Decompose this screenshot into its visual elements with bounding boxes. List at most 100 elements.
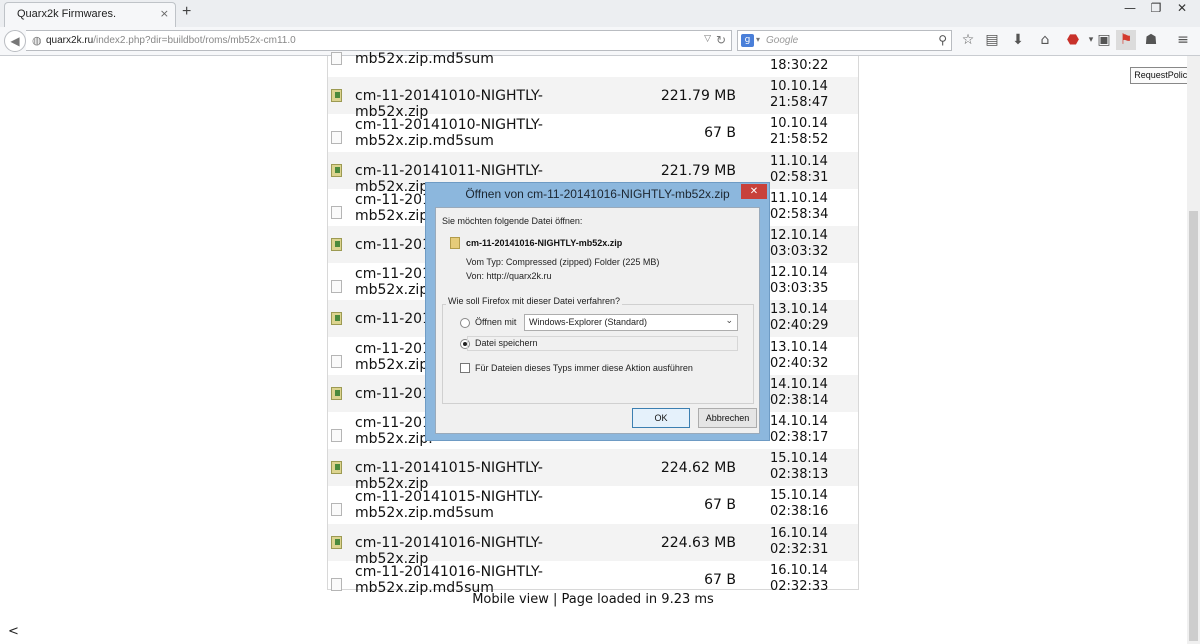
- file-date-day: 13.10.14: [770, 302, 828, 317]
- search-icon[interactable]: ⚲: [938, 33, 947, 47]
- table-row: cm-11-20141010-NIGHTLY-mb52x.zip.md5sum 6…: [328, 114, 858, 151]
- file-date: 13.10.14 02:40:29: [770, 302, 850, 334]
- always-action-checkbox[interactable]: [460, 363, 470, 373]
- open-with-select[interactable]: Windows-Explorer (Standard) ⌄: [524, 314, 738, 331]
- action-question: Wie soll Firefox mit dieser Datei verfah…: [446, 296, 623, 306]
- file-date-time: 02:38:14: [770, 393, 829, 408]
- cancel-button[interactable]: Abbrechen: [698, 408, 757, 428]
- zip-file-icon: [331, 461, 342, 474]
- file-date-day: 14.10.14: [770, 377, 828, 392]
- zip-file-icon: [331, 89, 342, 102]
- table-row: mb52x.zip.md5sum 18:30:22: [328, 40, 858, 77]
- file-name-line: cm-11-20141015-NIGHTLY-: [355, 489, 543, 505]
- file-date: 13.10.14 02:40:32: [770, 340, 850, 372]
- file-date-day: 16.10.14: [770, 526, 828, 541]
- scrollbar-thumb[interactable]: [1189, 211, 1198, 641]
- file-date-time: 21:58:52: [770, 132, 829, 147]
- open-with-radio[interactable]: [460, 318, 470, 328]
- file-name-link[interactable]: cm-11-20141010-NIGHTLY-mb52x.zip.md5sum: [355, 117, 595, 149]
- file-name-line: cm-11-20141016-NIGHTLY-: [355, 564, 543, 580]
- url-text[interactable]: quarx2k.ru/index2.php?dir=buildbot/roms/…: [46, 35, 296, 46]
- new-tab-button[interactable]: +: [182, 3, 191, 21]
- always-action-label[interactable]: Für Dateien dieses Typs immer diese Akti…: [475, 363, 693, 373]
- requestpolicy-flag-icon[interactable]: ⚑: [1116, 30, 1136, 50]
- file-date: 15.10.14 02:38:16: [770, 488, 850, 520]
- bookmark-star-icon[interactable]: ☆: [958, 30, 978, 50]
- file-date-time: 02:38:17: [770, 430, 829, 445]
- file-size: 67 B: [704, 497, 736, 513]
- table-row: cm-11-20141015-NIGHTLY-mb52x.zip.md5sum 6…: [328, 486, 858, 523]
- chevron-down-icon: ⌄: [725, 316, 733, 326]
- file-date-day: 14.10.14: [770, 414, 828, 429]
- back-arrow-icon: ◀: [10, 34, 20, 48]
- text-file-icon: [331, 52, 342, 65]
- tab-close-icon[interactable]: ×: [160, 7, 169, 20]
- file-date-time: 02:38:13: [770, 467, 829, 482]
- file-size: 224.62 MB: [660, 460, 736, 476]
- file-name-link[interactable]: cm-11-20141015-NIGHTLY-mb52x.zip.md5sum: [355, 489, 595, 521]
- text-file-icon: [331, 280, 342, 293]
- zip-file-icon: [331, 536, 342, 549]
- tab-title: Quarx2k Firmwares.: [17, 8, 117, 20]
- text-file-icon: [331, 355, 342, 368]
- file-date-time: 02:58:31: [770, 170, 829, 185]
- dialog-file-type: Vom Typ: Compressed (zipped) Folder (225…: [466, 257, 660, 267]
- save-file-option[interactable]: Datei speichern: [467, 336, 738, 351]
- file-date: 16.10.14 02:32:33: [770, 563, 850, 595]
- home-icon[interactable]: ⌂: [1035, 30, 1055, 50]
- file-date-time: 02:40:32: [770, 356, 829, 371]
- file-date-day: 12.10.14: [770, 228, 828, 243]
- file-date: 14.10.14 02:38:14: [770, 377, 850, 409]
- file-date: 14.10.14 02:38:17: [770, 414, 850, 446]
- file-date-day: 11.10.14: [770, 154, 828, 169]
- file-date-time: 03:03:32: [770, 244, 829, 259]
- file-date: 12.10.14 03:03:35: [770, 265, 850, 297]
- window-close-button[interactable]: ✕: [1169, 0, 1195, 18]
- bookmarks-list-icon[interactable]: ▤: [982, 30, 1002, 50]
- text-file-icon: [331, 503, 342, 516]
- adblock-icon[interactable]: ⬣: [1063, 30, 1083, 50]
- file-size: 221.79 MB: [660, 163, 736, 179]
- file-date-day: 10.10.14: [770, 79, 828, 94]
- dialog-body: Sie möchten folgende Datei öffnen: cm-11…: [435, 207, 760, 434]
- file-date-day: 12.10.14: [770, 265, 828, 280]
- browser-tab[interactable]: Quarx2k Firmwares. ×: [4, 2, 176, 27]
- ok-button[interactable]: OK: [632, 408, 690, 428]
- zip-file-icon: [331, 164, 342, 177]
- open-with-value: Windows-Explorer (Standard): [529, 317, 648, 327]
- download-dialog: Öffnen von cm-11-20141016-NIGHTLY-mb52x.…: [425, 182, 770, 441]
- table-row: cm-11-20141015-NIGHTLY-mb52x.zip 224.62 M…: [328, 449, 858, 492]
- file-date: 11.10.14 02:58:31: [770, 154, 850, 186]
- table-row: cm-11-20141016-NIGHTLY-mb52x.zip 224.63 M…: [328, 524, 858, 567]
- file-date-time: 02:32:31: [770, 542, 829, 557]
- back-button[interactable]: ◀: [4, 30, 26, 52]
- addon-icon[interactable]: ▣: [1094, 30, 1114, 50]
- globe-icon: ◍: [32, 34, 42, 47]
- maximize-button[interactable]: ❐: [1143, 0, 1169, 18]
- open-with-label[interactable]: Öffnen mit: [475, 317, 516, 327]
- file-size: 224.63 MB: [660, 535, 736, 551]
- file-date-day: 13.10.14: [770, 340, 828, 355]
- file-date-day: [770, 42, 850, 58]
- file-name-line: mb52x.zip.md5sum: [355, 51, 494, 67]
- dialog-close-button[interactable]: ✕: [741, 184, 767, 199]
- text-file-icon: [331, 429, 342, 442]
- menu-icon[interactable]: ≡: [1173, 30, 1193, 50]
- file-date-day: 11.10.14: [770, 191, 828, 206]
- file-date-time: 03:03:35: [770, 281, 829, 296]
- ghostery-icon[interactable]: ☗: [1141, 30, 1161, 50]
- downloads-icon[interactable]: ⬇: [1008, 30, 1028, 50]
- minimize-button[interactable]: —: [1117, 0, 1143, 18]
- file-date-day: 10.10.14: [770, 116, 828, 131]
- file-name-line: mb52x.zip.md5sum: [355, 505, 494, 521]
- zip-file-icon: [331, 238, 342, 251]
- scrollbar[interactable]: [1187, 56, 1200, 644]
- file-name-link[interactable]: mb52x.zip.md5sum: [355, 51, 595, 67]
- file-date-time: 21:58:47: [770, 95, 829, 110]
- table-row: cm-11-20141010-NIGHTLY-mb52x.zip 221.79 M…: [328, 77, 858, 120]
- file-size: 221.79 MB: [660, 88, 736, 104]
- file-date: 16.10.14 02:32:31: [770, 526, 850, 558]
- file-name-line: cm-11-20141010-NIGHTLY-: [355, 117, 543, 133]
- file-date-day: 16.10.14: [770, 563, 828, 578]
- page-footer: Mobile view | Page loaded in 9.23 ms: [472, 592, 714, 607]
